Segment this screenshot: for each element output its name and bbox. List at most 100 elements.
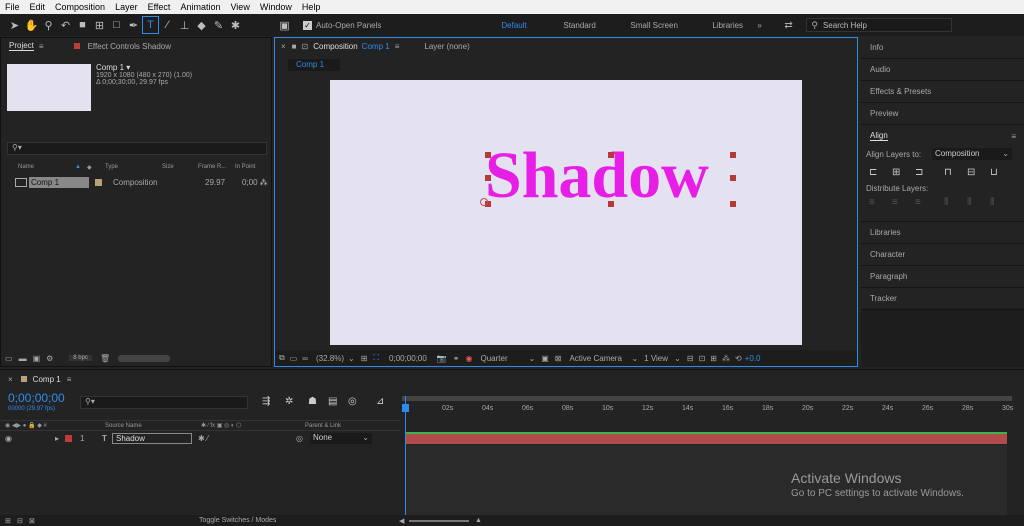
workspace-more-icon[interactable]: » bbox=[757, 21, 784, 30]
unlock-icon[interactable]: ⊡ bbox=[302, 42, 309, 51]
chevron-down-icon[interactable]: ⌄ bbox=[348, 354, 355, 363]
hand-icon[interactable]: ✋ bbox=[23, 16, 40, 34]
pen-icon[interactable]: ✒ bbox=[125, 16, 142, 34]
menu-help[interactable]: Help bbox=[302, 2, 321, 12]
col-source-name[interactable]: Source Name bbox=[105, 423, 201, 429]
camera-icon[interactable]: ■ bbox=[74, 16, 91, 34]
workspace-small-screen[interactable]: Small Screen bbox=[630, 21, 712, 30]
align-right-icon[interactable]: ⊐ bbox=[915, 167, 944, 178]
layer-tab[interactable]: Layer (none) bbox=[424, 42, 469, 51]
distribute-bottom-icon[interactable]: ≡ bbox=[915, 197, 944, 208]
bbox-handle[interactable] bbox=[608, 152, 614, 158]
workspace-libraries[interactable]: Libraries bbox=[712, 21, 757, 30]
fast-preview-icon[interactable]: ⊡ bbox=[699, 354, 706, 363]
panel-paragraph[interactable]: Paragraph bbox=[861, 266, 1024, 288]
menu-edit[interactable]: Edit bbox=[30, 2, 46, 12]
align-left-icon[interactable]: ⊏ bbox=[869, 167, 892, 178]
puppet-icon[interactable]: ✱ bbox=[227, 16, 244, 34]
time-ruler[interactable]: 0s02s04s06s08s10s12s14s16s18s20s22s24s26… bbox=[402, 396, 1013, 424]
resolution-select[interactable]: Quarter bbox=[480, 354, 528, 363]
layer-row[interactable]: ◉ ▸ 1 T Shadow ✱ ⁄ ◎ None ⌄ bbox=[0, 432, 400, 444]
draft-3d-icon[interactable]: ✲ bbox=[285, 396, 308, 407]
comp-name[interactable]: Comp 1 ▾ bbox=[96, 63, 192, 72]
trash-icon[interactable]: 🗑 bbox=[100, 354, 110, 363]
transparency-grid-icon[interactable]: ⊠ bbox=[555, 354, 562, 363]
zoom-in-icon[interactable]: ▲ bbox=[475, 517, 482, 524]
project-row-comp1[interactable]: Comp 1 Composition 29.97 0;00 ⁂ bbox=[1, 176, 271, 189]
roi-icon[interactable]: ▣ bbox=[541, 354, 549, 363]
align-vcenter-icon[interactable]: ⊟ bbox=[967, 167, 990, 178]
bpc-label[interactable]: 8 bpc bbox=[69, 355, 92, 361]
rectangle-icon[interactable]: □ bbox=[108, 16, 125, 34]
panel-effects-presets[interactable]: Effects & Presets bbox=[861, 81, 1024, 103]
align-title[interactable]: Align bbox=[870, 131, 888, 141]
selection-icon[interactable]: ➤ bbox=[6, 16, 23, 34]
eraser-icon[interactable]: ◆ bbox=[193, 16, 210, 34]
align-top-icon[interactable]: ⊓ bbox=[944, 167, 967, 178]
col-frame-rate[interactable]: Frame R... bbox=[198, 164, 235, 174]
new-folder-icon[interactable]: ▬ bbox=[19, 354, 27, 363]
panel-info[interactable]: Info bbox=[861, 37, 1024, 59]
effect-controls-tab[interactable]: Effect Controls Shadow bbox=[88, 42, 171, 51]
col-type[interactable]: Type bbox=[105, 164, 162, 174]
workspace-default[interactable]: Default bbox=[501, 21, 563, 30]
zoom-select[interactable]: (32.8%) bbox=[316, 354, 344, 363]
bbox-handle[interactable] bbox=[730, 201, 736, 207]
zoom-slider[interactable] bbox=[409, 519, 469, 522]
exposure-value[interactable]: +0.0 bbox=[745, 354, 761, 363]
flowchart-icon[interactable]: ⁂ bbox=[722, 354, 730, 363]
expand-switches-icon[interactable]: ⊟ bbox=[17, 517, 29, 525]
pixel-aspect-icon[interactable]: ⊟ bbox=[687, 354, 694, 363]
menu-layer[interactable]: Layer bbox=[115, 2, 138, 12]
lock-icon[interactable]: ■ bbox=[292, 42, 297, 51]
comp-canvas[interactable]: Shadow bbox=[330, 80, 802, 345]
brush-icon[interactable]: ⁄ bbox=[159, 16, 176, 34]
adjust-icon[interactable]: ⚙ bbox=[46, 354, 53, 363]
align-hcenter-icon[interactable]: ⊞ bbox=[892, 167, 915, 178]
menu-file[interactable]: File bbox=[5, 2, 20, 12]
toggle-switches-modes[interactable]: Toggle Switches / Modes bbox=[199, 517, 399, 524]
auto-open-checkbox[interactable]: ✓ bbox=[303, 20, 312, 30]
shadow-text-layer[interactable]: Shadow bbox=[485, 143, 709, 209]
menu-animation[interactable]: Animation bbox=[180, 2, 220, 12]
menu-window[interactable]: Window bbox=[260, 2, 292, 12]
panel-libraries[interactable]: Libraries bbox=[861, 222, 1024, 244]
project-tab[interactable]: Project bbox=[9, 41, 34, 51]
pickwhip-icon[interactable]: ◎ bbox=[296, 434, 310, 443]
col-parent-link[interactable]: Parent & Link bbox=[305, 423, 341, 429]
align-to-select[interactable]: Composition ⌄ bbox=[932, 148, 1012, 160]
layer-name[interactable]: Shadow bbox=[112, 432, 192, 444]
distribute-vcenter-icon[interactable]: ≡ bbox=[892, 197, 915, 208]
work-area-bar[interactable] bbox=[402, 396, 1012, 401]
comp-menu-icon[interactable]: ≡ bbox=[395, 42, 400, 51]
anchor-point-icon[interactable] bbox=[480, 198, 488, 206]
distribute-hcenter-icon[interactable]: ⦀ bbox=[967, 197, 990, 208]
menu-icon[interactable]: ≡ bbox=[39, 42, 44, 51]
playhead-handle[interactable] bbox=[402, 404, 409, 412]
auto-open-toggle-icon[interactable]: ▣ bbox=[276, 16, 293, 34]
close-icon[interactable]: × bbox=[281, 42, 286, 51]
col-size[interactable]: Size bbox=[162, 164, 198, 174]
expand-modes-icon[interactable]: ⊠ bbox=[29, 517, 199, 525]
bbox-handle[interactable] bbox=[608, 201, 614, 207]
col-in-point[interactable]: In Point bbox=[235, 164, 255, 174]
channel-icon[interactable]: ◉ bbox=[466, 354, 473, 363]
comp-flowchart-icon[interactable]: ⇶ bbox=[262, 396, 285, 407]
chevron-down-icon[interactable]: ⌄ bbox=[674, 354, 681, 363]
zoom-icon[interactable]: ⚲ bbox=[40, 16, 57, 34]
bbox-handle[interactable] bbox=[730, 152, 736, 158]
timeline-menu-icon[interactable]: ≡ bbox=[67, 375, 72, 384]
expand-icon[interactable]: ▸ bbox=[55, 434, 65, 443]
panel-preview[interactable]: Preview bbox=[861, 103, 1024, 125]
always-preview-icon[interactable]: ⧉ bbox=[279, 353, 285, 363]
bbox-handle[interactable] bbox=[485, 175, 491, 181]
sync-icon[interactable]: ⇄ bbox=[784, 20, 806, 31]
menu-view[interactable]: View bbox=[230, 2, 249, 12]
rotate-icon[interactable]: ↶ bbox=[57, 16, 74, 34]
frame-blending-icon[interactable]: ▤ bbox=[328, 396, 348, 407]
show-snapshot-icon[interactable]: ⚭ bbox=[453, 354, 460, 363]
graph-editor-icon[interactable]: ⊿ bbox=[376, 396, 384, 407]
comp-tab-label[interactable]: Composition bbox=[313, 42, 357, 51]
comp-subtab[interactable]: Comp 1 bbox=[288, 59, 340, 71]
type-icon[interactable]: T bbox=[142, 16, 159, 34]
